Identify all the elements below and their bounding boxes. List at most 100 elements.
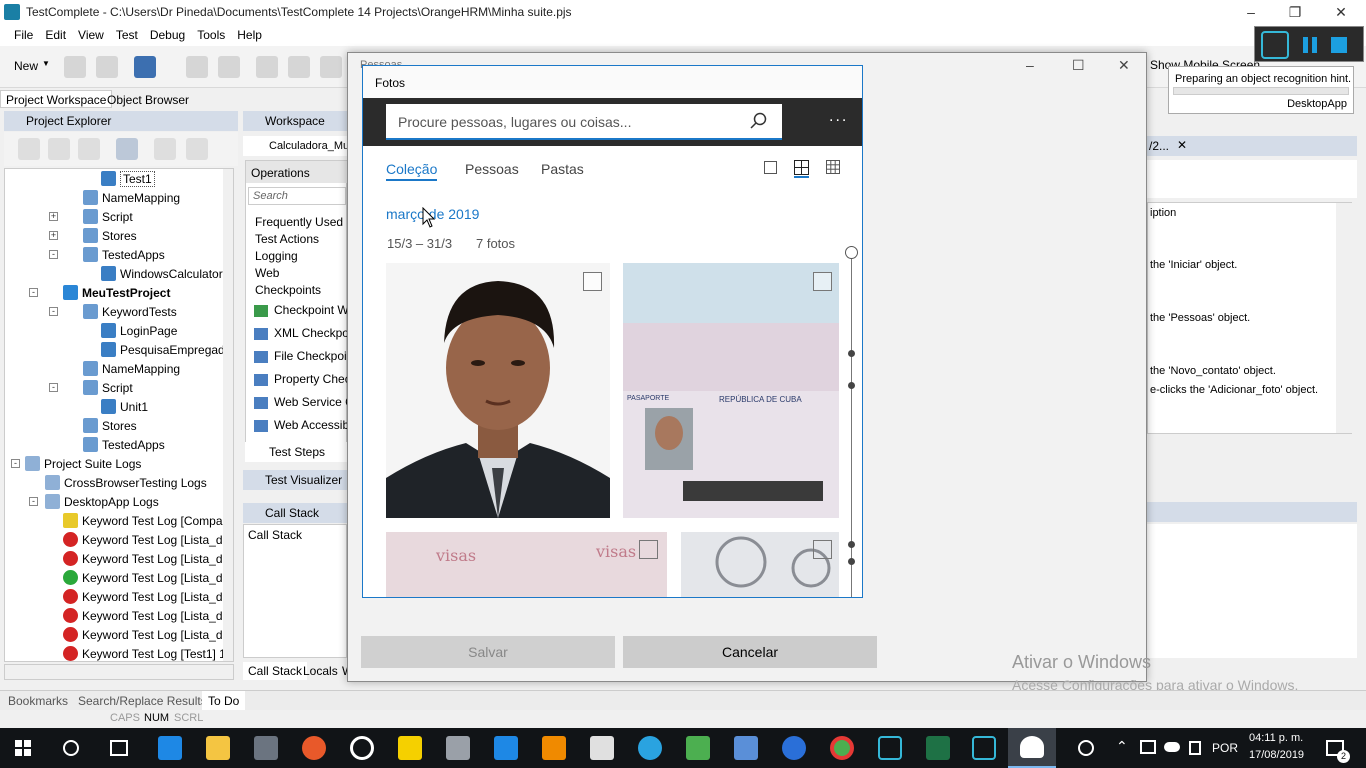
cortana-search-icon[interactable] — [63, 740, 79, 756]
firefox-dev-icon[interactable] — [782, 736, 806, 760]
minimize-button[interactable]: – — [1228, 0, 1274, 24]
tree-item[interactable]: Keyword Test Log [Lista_de_ — [63, 587, 233, 606]
close-button[interactable]: ✕ — [1318, 0, 1364, 24]
tree-item[interactable]: Keyword Test Log [Lista_de_ — [63, 606, 233, 625]
clock-date[interactable]: 17/08/2019 — [1249, 749, 1304, 761]
sticky-notes-icon[interactable] — [398, 736, 422, 760]
run-icon[interactable] — [154, 138, 176, 160]
timeline-marker[interactable] — [848, 558, 855, 565]
close-project-icon[interactable] — [96, 56, 118, 78]
pause-icon[interactable] — [1303, 37, 1317, 53]
stop-icon[interactable] — [1331, 37, 1347, 53]
app-blue-icon[interactable] — [734, 736, 758, 760]
photo-thumbnail-portrait[interactable] — [386, 263, 610, 518]
store-icon[interactable] — [254, 736, 278, 760]
edge-icon[interactable] — [158, 736, 182, 760]
collapse-icon[interactable]: - — [49, 250, 58, 259]
network-icon[interactable] — [1140, 740, 1156, 754]
select-checkbox[interactable] — [813, 540, 832, 559]
menu-debug[interactable]: Debug — [150, 28, 185, 42]
windows-start-icon[interactable] — [15, 740, 31, 756]
photo-thumbnail-visas[interactable]: visas visas — [386, 532, 667, 597]
more-options-icon[interactable]: ... — [829, 108, 848, 126]
operations-search-input[interactable]: Search — [248, 187, 346, 205]
op-property-checkpoint[interactable]: Property Check — [274, 372, 357, 386]
firefox-icon[interactable] — [302, 736, 326, 760]
cancel-button[interactable]: Cancelar — [623, 636, 877, 668]
show-hidden-icons[interactable]: ⌃ — [1116, 738, 1128, 755]
right-scrollbar[interactable] — [1336, 203, 1352, 433]
expand-icon[interactable]: + — [49, 212, 58, 221]
tree-item[interactable]: Keyword Test Log [Test1] 17 — [63, 644, 233, 661]
people-app-taskbar-item[interactable] — [1008, 728, 1056, 768]
app-gear-icon[interactable] — [446, 736, 470, 760]
onedrive-icon[interactable] — [1164, 742, 1180, 752]
pessoas-maximize-icon[interactable]: ☐ — [1072, 57, 1085, 74]
excel-icon[interactable] — [926, 736, 950, 760]
save-button[interactable]: Salvar — [361, 636, 615, 668]
tab-object-browser[interactable]: Object Browser — [102, 91, 194, 109]
chrome-icon[interactable] — [830, 736, 854, 760]
tree-vertical-scrollbar[interactable] — [223, 169, 233, 661]
tab-search-replace[interactable]: Search/Replace Results — [78, 694, 207, 708]
menu-view[interactable]: View — [78, 28, 104, 42]
select-checkbox[interactable] — [813, 272, 832, 291]
op-frequently-used[interactable]: Frequently Used — [255, 215, 343, 229]
save-icon[interactable] — [134, 56, 156, 78]
collapse-icon[interactable]: - — [49, 383, 58, 392]
tree-item[interactable]: Test1 — [101, 169, 155, 188]
collapse-icon[interactable]: - — [29, 288, 38, 297]
test-visualizer-header[interactable]: Test Visualizer — [243, 470, 347, 490]
maximize-button[interactable]: ❐ — [1272, 0, 1318, 24]
right-doc-tab[interactable]: /2... ✕ — [1147, 136, 1357, 156]
tree-item[interactable]: TestedApps — [83, 435, 165, 454]
close-tab-icon[interactable]: ✕ — [1177, 138, 1187, 152]
select-checkbox[interactable] — [583, 272, 602, 291]
op-logging[interactable]: Logging — [255, 249, 298, 263]
tree-item[interactable]: NameMapping — [83, 188, 180, 207]
properties-icon[interactable] — [116, 138, 138, 160]
add-existing-icon[interactable] — [78, 138, 100, 160]
tree-item[interactable]: Keyword Test Log [Lista_de_ — [63, 549, 233, 568]
add-item-icon[interactable] — [48, 138, 70, 160]
clock-time[interactable]: 04:11 p. m. — [1249, 732, 1303, 744]
tree-horizontal-scrollbar[interactable] — [4, 664, 234, 680]
collapse-icon[interactable]: - — [49, 307, 58, 316]
timeline-marker[interactable] — [848, 382, 855, 389]
tab-to-do[interactable]: To Do — [202, 691, 246, 711]
calculator-icon[interactable] — [590, 736, 614, 760]
op-file-checkpoint[interactable]: File Checkpoint — [274, 349, 357, 363]
tab-bookmarks[interactable]: Bookmarks — [8, 694, 68, 708]
app-green-icon[interactable] — [686, 736, 710, 760]
run-dropdown-icon[interactable] — [186, 138, 208, 160]
tree-item[interactable]: Keyword Test Log [Lista_de_ — [63, 568, 233, 587]
tab-project-workspace[interactable]: Project Workspace — [0, 90, 113, 108]
timeline-marker[interactable] — [848, 541, 855, 548]
op-checkpoint-wizard[interactable]: Checkpoint Wiz — [274, 303, 357, 317]
task-view-icon[interactable] — [110, 740, 128, 756]
op-test-actions[interactable]: Test Actions — [255, 232, 319, 246]
file-explorer-icon[interactable] — [206, 736, 230, 760]
tree-item[interactable]: WindowsCalculator — [101, 264, 223, 283]
timeline-thumb[interactable] — [845, 246, 858, 259]
tree-item[interactable]: CrossBrowserTesting Logs — [45, 473, 207, 492]
op-checkpoints[interactable]: Checkpoints — [255, 283, 321, 297]
volume-icon[interactable] — [1189, 741, 1201, 755]
tree-item[interactable]: Script — [83, 207, 133, 226]
menu-help[interactable]: Help — [237, 28, 262, 42]
redo-icon[interactable] — [218, 56, 240, 78]
add-icon[interactable] — [18, 138, 40, 160]
new-dropdown-icon[interactable]: ▼ — [42, 59, 50, 68]
app-circle-icon[interactable] — [350, 736, 374, 760]
document-tab[interactable]: Calculadora_Mul — [243, 136, 347, 156]
copy-icon[interactable] — [288, 56, 310, 78]
open-icon[interactable] — [64, 56, 86, 78]
tree-item[interactable]: Stores — [83, 416, 137, 435]
language-indicator[interactable]: POR — [1212, 741, 1238, 755]
menu-file[interactable]: File — [14, 28, 33, 42]
tree-item[interactable]: NameMapping — [83, 359, 180, 378]
tree-item[interactable]: LoginPage — [101, 321, 177, 340]
tree-item[interactable]: KeywordTests — [83, 302, 177, 321]
menu-test[interactable]: Test — [116, 28, 138, 42]
tab-colecao[interactable]: Coleção — [386, 161, 438, 181]
